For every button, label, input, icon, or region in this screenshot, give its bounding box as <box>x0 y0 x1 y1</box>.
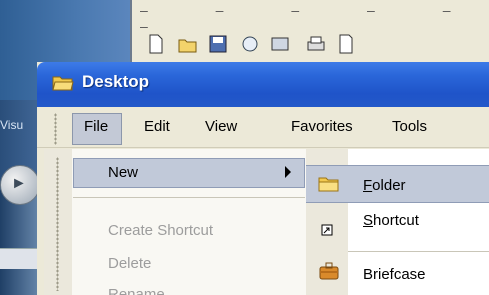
menu-tools[interactable]: Tools <box>392 118 427 135</box>
media-bar <box>0 248 42 269</box>
file-menu-delete[interactable]: Delete <box>108 255 151 272</box>
file-menu-gutter <box>44 149 72 295</box>
sync-icon[interactable] <box>270 34 290 54</box>
open-folder-icon[interactable] <box>178 34 198 54</box>
submenu-item-briefcase[interactable]: Briefcase <box>363 266 426 283</box>
submenu-item-shortcut[interactable]: Shortcut <box>363 212 419 229</box>
background-caption: Visu <box>0 118 24 132</box>
print-icon[interactable] <box>306 34 326 54</box>
menubar-grip[interactable] <box>54 113 57 145</box>
save-icon[interactable] <box>208 34 228 54</box>
menu-separator <box>73 197 305 198</box>
file-menu-create-shortcut[interactable]: Create Shortcut <box>108 222 213 239</box>
menu-view[interactable]: View <box>205 118 237 135</box>
menu-favorites[interactable]: Favorites <box>291 118 353 135</box>
search-icon[interactable] <box>240 34 260 54</box>
background-menu-dashes: – – – – – – <box>140 2 483 34</box>
window-title: Desktop <box>82 72 150 91</box>
media-play-button[interactable]: ► <box>0 165 40 205</box>
print-preview-icon[interactable] <box>336 34 356 54</box>
submenu-separator <box>348 251 489 252</box>
folder-open-icon <box>52 76 74 91</box>
submenu-folder-label: Folder <box>363 177 406 194</box>
shortcut-icon <box>321 224 333 236</box>
menu-edit[interactable]: Edit <box>144 118 170 135</box>
play-icon: ► <box>11 175 27 192</box>
file-menu-rename[interactable]: Rename <box>108 286 165 295</box>
new-doc-icon[interactable] <box>146 34 166 54</box>
submenu-arrow-icon <box>285 166 291 178</box>
dropdown-grip <box>56 157 59 291</box>
menu-file[interactable]: File <box>84 118 108 135</box>
file-menu-new-label: New <box>108 164 139 181</box>
background-app-panel-bottom <box>0 190 42 295</box>
briefcase-icon <box>319 262 339 280</box>
folder-icon <box>318 177 339 192</box>
